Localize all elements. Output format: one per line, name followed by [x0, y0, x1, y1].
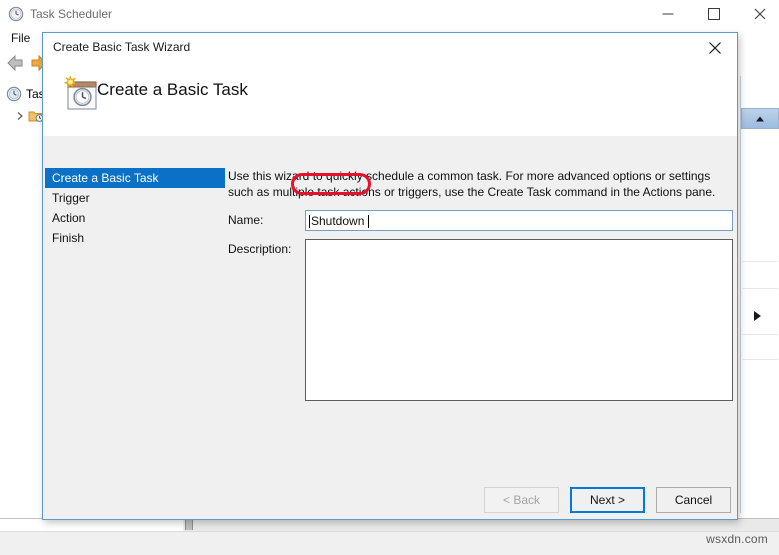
dialog-header: Create a Basic Task — [43, 63, 737, 136]
tree-horizontal-scrollbar[interactable] — [0, 518, 183, 532]
main-titlebar: Task Scheduler — [0, 0, 779, 28]
description-label: Description: — [228, 242, 292, 256]
divider — [743, 359, 778, 360]
name-input[interactable]: Shutdown — [305, 210, 733, 231]
minimize-icon — [662, 13, 674, 15]
expand-right-icon[interactable] — [754, 311, 761, 321]
clock-icon — [6, 86, 22, 102]
back-arrow-icon[interactable] — [4, 53, 26, 73]
dialog-title: Create Basic Task Wizard — [53, 40, 191, 54]
wizard-step-finish[interactable]: Finish — [45, 228, 225, 248]
back-button[interactable]: < Back — [484, 487, 559, 513]
close-icon — [754, 8, 766, 20]
chevron-up-icon — [756, 116, 764, 121]
main-bottom — [0, 518, 779, 555]
wizard-panel: Use this wizard to quickly schedule a co… — [228, 168, 735, 200]
status-bar — [0, 531, 779, 555]
dialog-close-button[interactable] — [693, 33, 737, 62]
close-button[interactable] — [737, 0, 779, 28]
name-input-value: Shutdown — [311, 214, 365, 228]
text-caret — [368, 215, 369, 228]
dialog-footer: < Back Next > Cancel — [43, 481, 737, 519]
wizard-step-trigger[interactable]: Trigger — [45, 188, 225, 208]
clock-icon — [8, 6, 24, 22]
maximize-button[interactable] — [691, 0, 737, 28]
main-window-title: Task Scheduler — [30, 7, 113, 21]
name-label: Name: — [228, 213, 264, 227]
minimize-button[interactable] — [645, 0, 691, 28]
text-caret — [309, 215, 310, 228]
screenshot-root: Task Scheduler File Tas wsxdn.com Create… — [0, 0, 779, 555]
watermark: wsxdn.com — [706, 532, 768, 546]
cancel-button[interactable]: Cancel — [656, 487, 731, 513]
wizard-step-list: Create a Basic Task Trigger Action Finis… — [45, 168, 225, 248]
maximize-icon — [708, 8, 720, 20]
dialog-titlebar: Create Basic Task Wizard — [43, 33, 737, 63]
actions-pane-scroll-up[interactable] — [741, 108, 779, 129]
wizard-step-create-a-basic-task[interactable]: Create a Basic Task — [45, 168, 225, 188]
wizard-intro-text: Use this wizard to quickly schedule a co… — [228, 169, 716, 199]
description-field-row: Description: — [228, 239, 735, 401]
dialog-heading: Create a Basic Task — [97, 80, 248, 99]
divider — [743, 261, 778, 262]
next-button[interactable]: Next > — [570, 487, 645, 513]
description-input[interactable] — [305, 239, 733, 401]
create-basic-task-wizard-dialog: Create Basic Task Wizard Create a Basic … — [42, 32, 738, 520]
divider — [743, 334, 778, 335]
tree-item-task-scheduler[interactable]: Tas — [6, 84, 45, 104]
menu-item-file[interactable]: File — [6, 30, 35, 46]
divider — [743, 288, 778, 289]
name-field-row: Name: Shutdown — [228, 210, 735, 232]
chevron-right-icon[interactable] — [14, 110, 26, 122]
actions-pane — [740, 76, 779, 513]
wizard-step-action[interactable]: Action — [45, 208, 225, 228]
dialog-content: Create a Basic Task Trigger Action Finis… — [43, 136, 737, 481]
